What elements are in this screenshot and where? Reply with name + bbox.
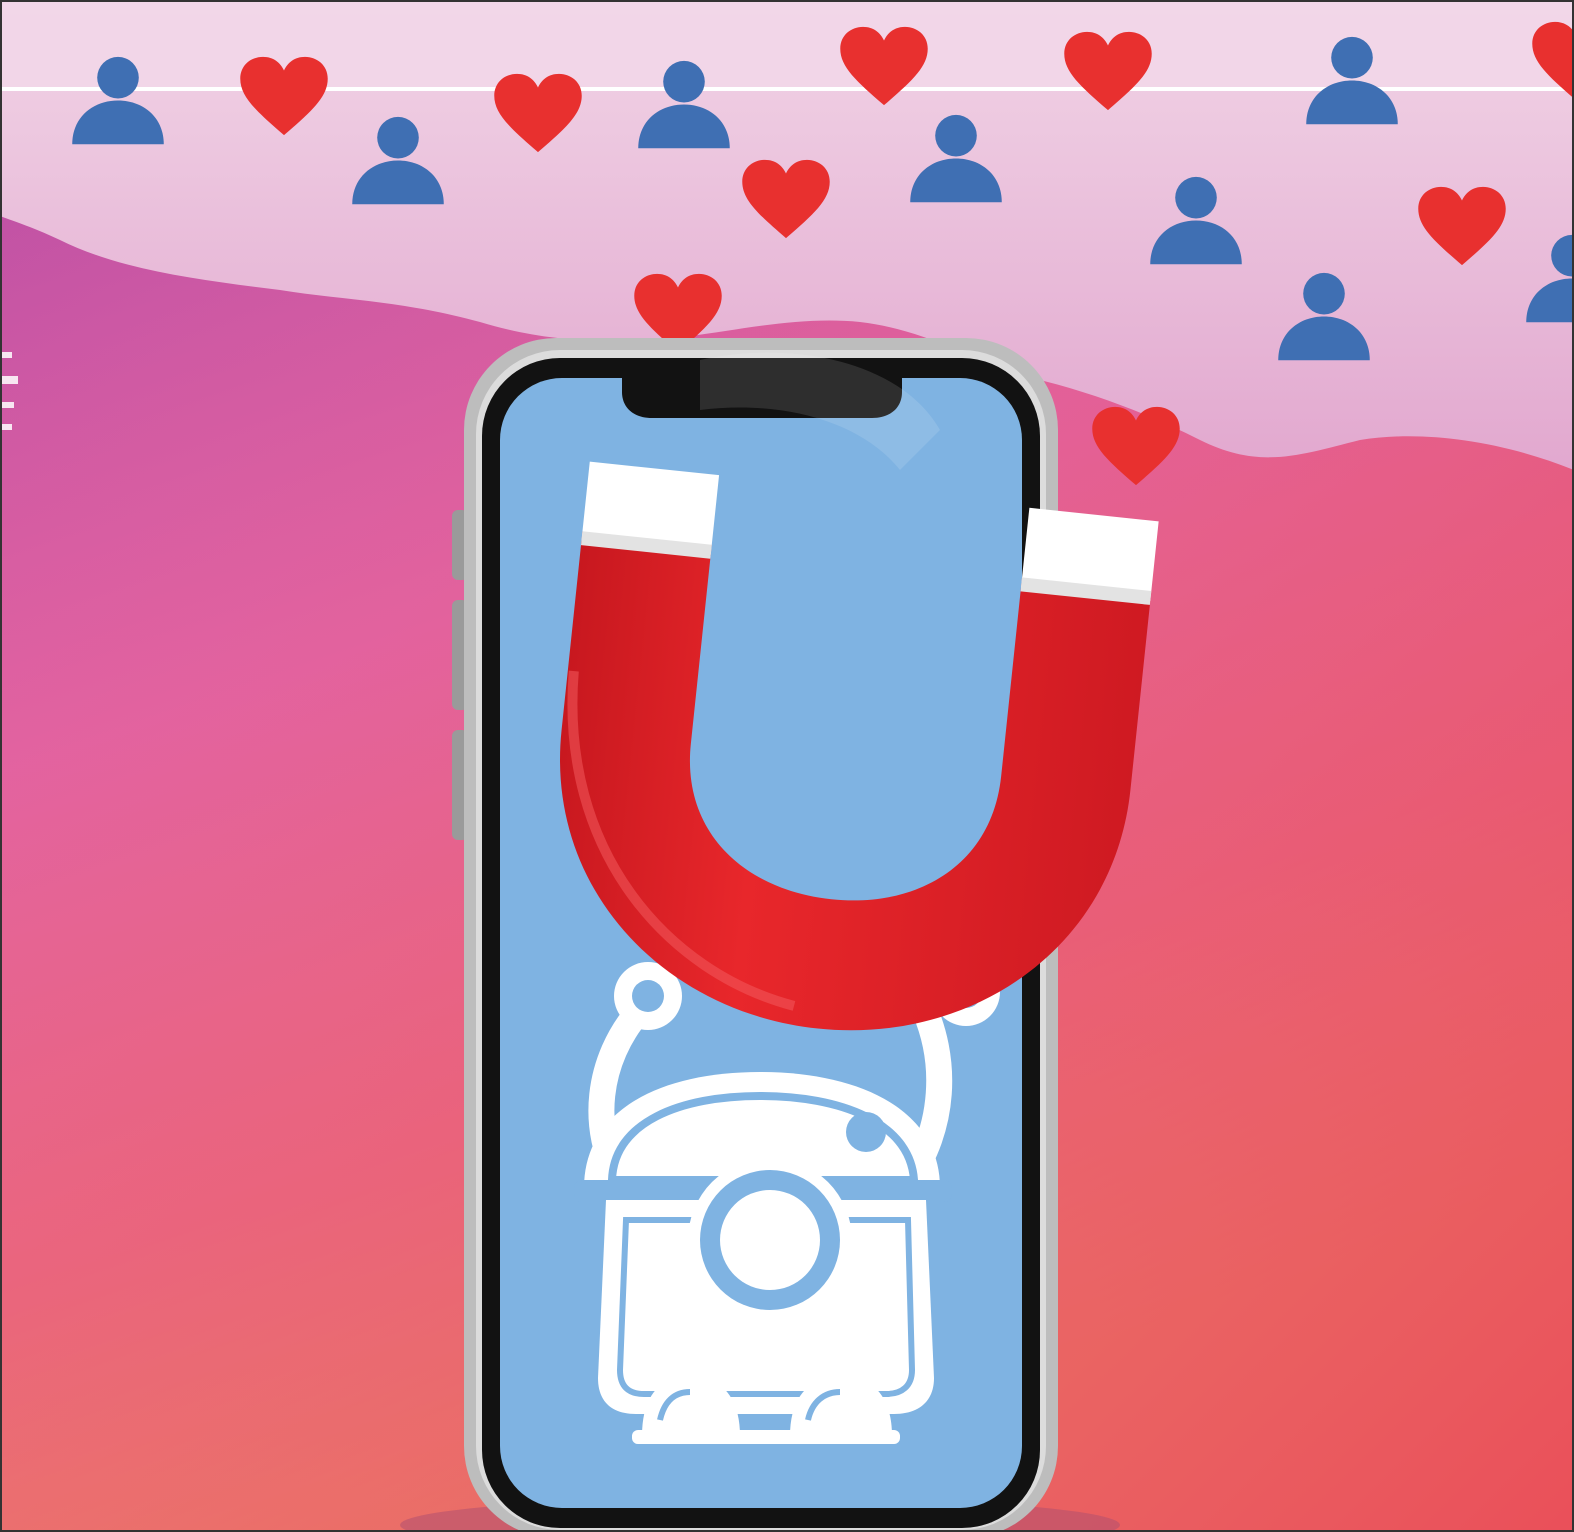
illustration-svg — [0, 0, 1574, 1532]
robot-eye — [846, 1112, 886, 1152]
illustration — [0, 0, 1574, 1532]
